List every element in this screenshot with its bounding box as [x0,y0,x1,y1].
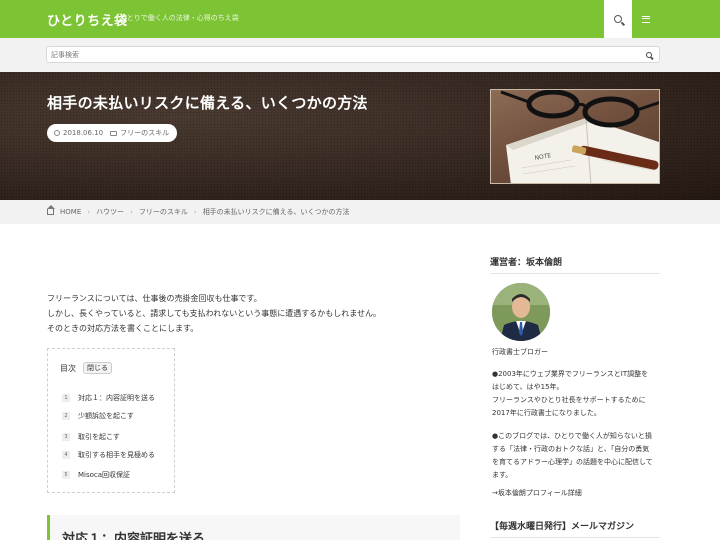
post-title: 相手の未払いリスクに備える、いくつかの方法 [47,94,368,112]
search-submit-button[interactable] [644,50,654,60]
toc-item[interactable]: 2 少額訴訟を起こす [62,411,134,421]
header-menu-button[interactable] [632,0,660,38]
intro-line: そのときの対応方法を書くことにします。 [47,324,199,333]
site-title[interactable]: ひとりちえ袋 [47,10,128,29]
post-hero: 相手の未払いリスクに備える、いくつかの方法 2018.06.10 フリーのスキル… [0,72,720,200]
toc-item[interactable]: 5 Misoca回収保証 [62,470,130,480]
blog-description: ●このブログでは、ひとりで働く人が知らないと損 する「法律・行政のおトクな話」と… [492,432,653,479]
hamburger-menu-icon [642,15,650,23]
table-of-contents: 目次 閉じる 1 対応１：内容証明を送る 2 少額訴訟を起こす 3 取引を起こす… [47,348,175,493]
toc-item[interactable]: 4 取引する相手を見極める [62,450,155,460]
search-icon [614,15,622,23]
toc-item[interactable]: 3 取引を起こす [62,432,120,442]
sidebar-operator-heading: 運営者：坂本倫朗 [490,255,660,274]
clock-icon [54,130,60,136]
intro-line: しかし、長くやっていると、請求しても支払われないという事態に遭遇するかもしれませ… [47,309,381,318]
search-icon [646,52,652,58]
breadcrumb-home[interactable]: HOME [60,208,81,216]
search-box [46,46,660,63]
operator-role: 行政書士ブロガー [492,348,548,356]
avatar [492,283,550,341]
post-intro: フリーランスについては、仕事後の売掛金回収も仕事です。 しかし、長くやっていると… [47,291,381,336]
breadcrumb-item[interactable]: ハウツー [96,207,124,217]
toc-toggle-button[interactable]: 閉じる [83,362,112,374]
breadcrumb-strip: HOME › ハウツー › フリーのスキル › 相手の未払いリスクに備える、いく… [0,200,720,224]
site-header: ひとりちえ袋 ひとりで働く人の法律・心得のちえ袋 [0,0,720,38]
home-icon [47,205,55,215]
operator-bio: ●2003年にウェブ業界でフリーランスとIT調整を はじめて、はや15年。 フリ… [492,370,649,417]
toc-title: 目次 [60,364,76,373]
profile-link[interactable]: →坂本倫朗プロフィール詳細 [492,488,582,498]
header-search-button[interactable] [604,0,632,38]
section-heading-box: 対応１：内容証明を送る [47,515,460,540]
post-date: 2018.06.10 [63,129,104,137]
toc-item[interactable]: 1 対応１：内容証明を送る [62,393,155,403]
breadcrumb-current: 相手の未払いリスクに備える、いくつかの方法 [202,208,350,216]
intro-line: フリーランスについては、仕事後の売掛金回収も仕事です。 [47,294,262,303]
post-meta: 2018.06.10 フリーのスキル [47,124,177,142]
site-tagline: ひとりで働く人の法律・心得のちえ袋 [120,14,239,22]
chevron-right-icon: › [87,208,91,216]
chevron-right-icon: › [193,208,197,216]
glasses-notebook-image: NOTE [500,90,659,183]
post-thumbnail: NOTE [490,89,660,184]
newsletter-heading: 【毎週水曜日発行】メールマガジン [490,519,660,538]
section-heading: 対応１：内容証明を送る [62,532,206,540]
search-input[interactable] [51,49,631,61]
breadcrumb-item[interactable]: フリーのスキル [139,207,188,217]
breadcrumb: HOME › ハウツー › フリーのスキル › 相手の未払いリスクに備える、いく… [47,205,350,217]
folder-icon [110,130,118,136]
search-strip [0,38,720,72]
post-category[interactable]: フリーのスキル [120,128,169,138]
chevron-right-icon: › [130,208,133,216]
operator-photo [492,283,550,341]
